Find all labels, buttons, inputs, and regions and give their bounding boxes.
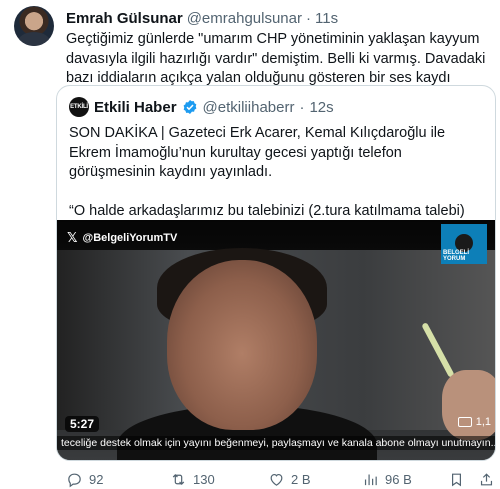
repost-icon [172,474,185,485]
author-name[interactable]: Emrah Gülsunar [66,10,183,27]
author-avatar[interactable] [14,6,54,46]
views-count: 96 B [385,472,412,487]
quoted-handle[interactable]: @etkiliihaberr [203,99,295,116]
video-player[interactable]: 𝕏 @BelgeliYorumTV BELGELİ YORUM 5:27 1,1… [57,220,495,460]
repost-button[interactable]: 130 [170,471,215,488]
x-logo-icon: 𝕏 [67,230,78,245]
quoted-text-paragraph-1: SON DAKİKA | Gazeteci Erk Acarer, Kemal … [69,125,446,180]
views-chart-icon [364,474,377,486]
like-button[interactable]: 2 B [268,471,311,488]
repost-count: 130 [193,472,215,487]
video-person-face [167,260,317,430]
video-watermark: 𝕏 @BelgeliYorumTV [67,230,177,246]
video-views-icon [457,417,472,427]
views-button[interactable]: 96 B [362,471,412,488]
video-duration: 5:27 [65,416,100,432]
tweet-time[interactable]: 11s [315,10,338,27]
share-icon [480,473,493,486]
video-views: 1,1 [457,416,491,428]
quoted-time[interactable]: 12s [309,99,333,116]
quoted-avatar[interactable]: ETKİLİ [69,97,89,117]
reply-icon [68,473,81,488]
channel-logo-text: BELGELİ YORUM [443,250,470,262]
tweet: Emrah Gülsunar @emrahgulsunar · 11s Geçt… [0,0,500,489]
bookmark-button[interactable] [448,471,465,488]
like-count: 2 B [291,472,311,487]
action-bar: 92 130 2 B 96 B [56,470,496,489]
reply-button[interactable]: 92 [66,471,103,488]
video-hand [442,370,495,440]
channel-logo: BELGELİ YORUM [441,224,487,264]
video-ticker: teceliğe destek olmak için yayını beğenm… [57,436,495,450]
author-handle[interactable]: @emrahgulsunar [187,10,302,27]
separator-dot: · [299,98,305,116]
verified-badge-icon [183,100,196,114]
quoted-name[interactable]: Etkili Haber [94,99,177,116]
bookmark-icon [452,473,461,487]
reply-count: 92 [89,472,104,487]
separator-dot: · [306,9,311,27]
quoted-tweet[interactable]: ETKİLİ Etkili Haber @etkiliihaberr · 12s… [56,85,496,461]
quoted-header: ETKİLİ Etkili Haber @etkiliihaberr · 12s [69,97,334,117]
heart-icon [270,473,283,486]
video-views-count: 1,1 [475,416,491,428]
watermark-text: @BelgeliYorumTV [82,232,178,244]
share-button[interactable] [478,471,495,488]
tweet-header: Emrah Gülsunar @emrahgulsunar · 11s [66,8,338,28]
